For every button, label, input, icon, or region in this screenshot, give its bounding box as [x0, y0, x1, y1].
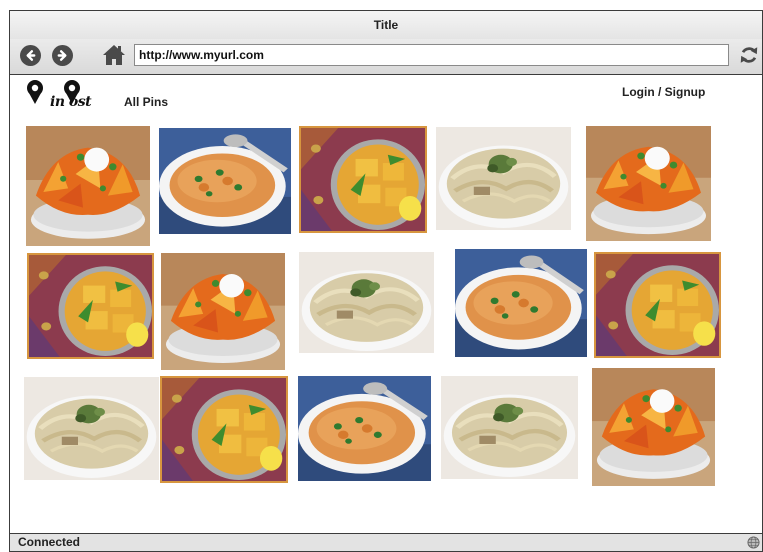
- status-bar: Connected: [10, 533, 762, 551]
- browser-window: Title in ost: [9, 10, 763, 552]
- back-arrow-icon[interactable]: [20, 45, 41, 66]
- pin-image[interactable]: [159, 128, 291, 234]
- pin-image[interactable]: [27, 253, 154, 359]
- pinpost-logo[interactable]: in ost: [26, 78, 108, 114]
- pin-image[interactable]: [586, 126, 711, 241]
- pin-image[interactable]: [441, 376, 578, 479]
- pin-image[interactable]: [299, 252, 434, 353]
- login-signup-link[interactable]: Login / Signup: [622, 85, 705, 99]
- url-field[interactable]: [134, 44, 729, 66]
- pin-image[interactable]: [26, 126, 150, 246]
- home-icon[interactable]: [102, 43, 126, 67]
- page-content: in ost All Pins Login / Signup: [10, 76, 762, 533]
- pin-image[interactable]: [160, 376, 288, 483]
- status-text: Connected: [18, 535, 81, 549]
- pin-image[interactable]: [455, 249, 587, 357]
- pin-image[interactable]: [24, 377, 159, 480]
- refresh-icon[interactable]: [738, 43, 760, 67]
- browser-toolbar: [10, 39, 762, 75]
- forward-arrow-icon[interactable]: [52, 45, 73, 66]
- globe-icon: [747, 536, 760, 549]
- pin-image[interactable]: [161, 253, 285, 370]
- pin-image[interactable]: [592, 368, 715, 486]
- window-title: Title: [10, 11, 762, 39]
- pin-image[interactable]: [436, 127, 571, 230]
- pin-image[interactable]: [594, 252, 721, 358]
- logo-text: in ost: [50, 94, 92, 110]
- pin-image[interactable]: [298, 376, 431, 481]
- all-pins-link[interactable]: All Pins: [124, 95, 168, 109]
- pin-image[interactable]: [299, 126, 427, 233]
